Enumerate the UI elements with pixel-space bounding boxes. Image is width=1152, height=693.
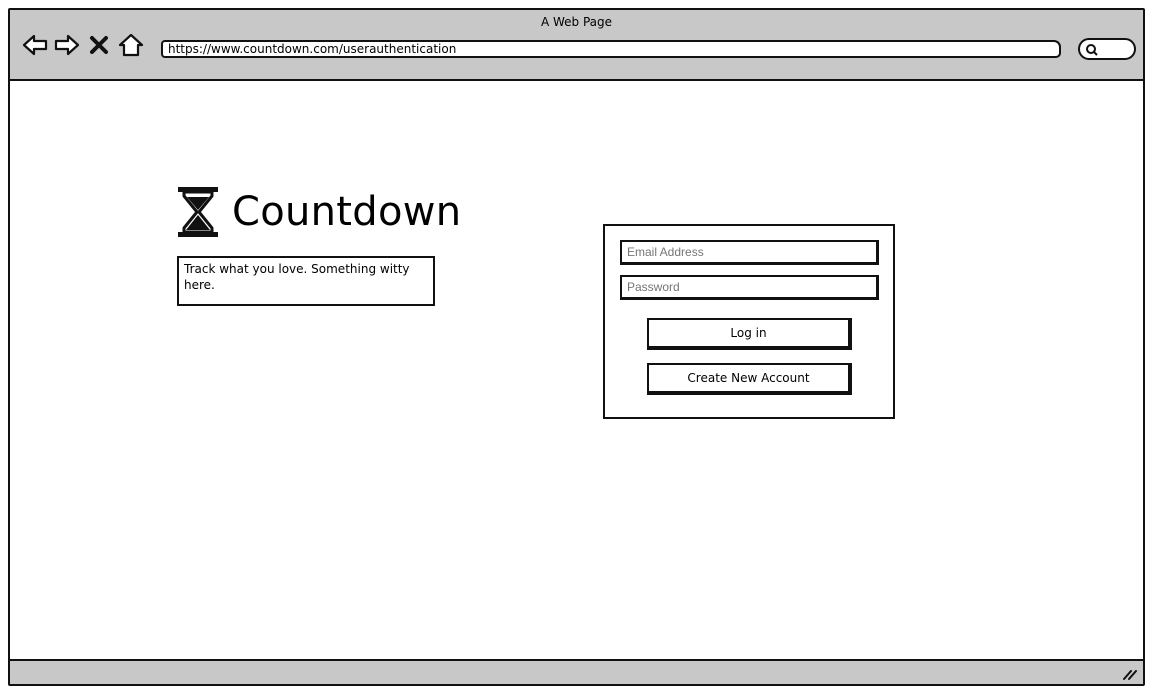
search-icon — [1086, 44, 1098, 56]
resize-grip-icon[interactable] — [1121, 667, 1137, 681]
email-field[interactable] — [620, 240, 879, 265]
close-icon[interactable] — [86, 32, 112, 58]
address-bar[interactable]: https://www.countdown.com/userauthentica… — [161, 40, 1061, 58]
browser-toolbar: A Web Page https://www.countdown.com/use… — [10, 10, 1143, 81]
nav-controls — [22, 32, 144, 58]
tagline-box: Track what you love. Something witty her… — [177, 256, 435, 306]
brand-header: Countdown — [176, 186, 461, 238]
brand-name: Countdown — [232, 189, 462, 235]
login-button[interactable]: Log in — [647, 318, 852, 350]
status-bar — [10, 659, 1143, 684]
forward-arrow-icon[interactable] — [54, 32, 80, 58]
home-icon[interactable] — [118, 32, 144, 58]
hourglass-icon — [178, 187, 218, 237]
browser-window: A Web Page https://www.countdown.com/use… — [8, 8, 1145, 686]
login-form: Log in Create New Account — [603, 224, 895, 419]
back-arrow-icon[interactable] — [22, 32, 48, 58]
browser-search-box[interactable] — [1078, 38, 1136, 60]
create-account-button[interactable]: Create New Account — [647, 363, 852, 395]
password-field[interactable] — [620, 275, 879, 300]
window-title: A Web Page — [540, 15, 613, 29]
